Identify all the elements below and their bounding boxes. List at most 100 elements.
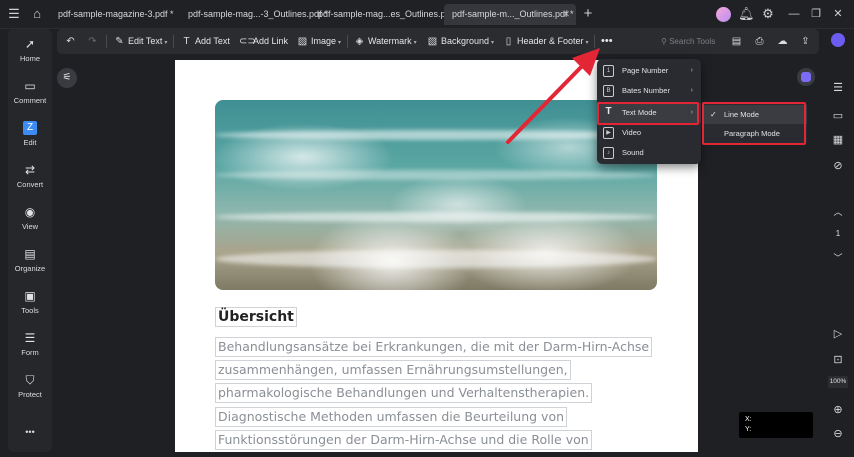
share-icon[interactable]: ⇪ bbox=[800, 29, 814, 54]
sidebar-item-label: View bbox=[21, 222, 39, 231]
edit-text-button[interactable]: ✎ Edit Text ▾ bbox=[114, 29, 167, 54]
zoom-out-icon[interactable]: ⊖ bbox=[830, 427, 846, 441]
sidebar-item-organize[interactable]: ▤ Organize bbox=[8, 243, 52, 283]
edit-icon: Z bbox=[23, 121, 37, 135]
text-line[interactable]: Funktionsstörungen der Darm-Hirn-Achse u… bbox=[215, 430, 592, 450]
add-text-button[interactable]: T Add Text bbox=[181, 29, 229, 54]
sidebar-item-form[interactable]: ☰ Form bbox=[8, 327, 52, 367]
text-line[interactable]: pharmakologische Behandlungen und Verhal… bbox=[215, 383, 593, 403]
filter-settings-icon[interactable]: ⚟ bbox=[57, 68, 77, 88]
sidebar-item-label: Home bbox=[19, 54, 40, 63]
title-bar: ☰ ⌂ pdf-sample-magazine-3.pdf * pdf-samp… bbox=[0, 0, 854, 29]
text-line[interactable]: Diagnostische Methoden umfassen die Beur… bbox=[215, 407, 568, 427]
sidebar-item-tools[interactable]: ▣ Tools bbox=[8, 285, 52, 325]
right-sidebar: ☰ ▭ ▦ ⊘ ︿ 1 ﹀ ▷ ⊡ 100% ⊕ ⊖ bbox=[826, 29, 850, 452]
save-icon[interactable]: ▤ bbox=[731, 29, 745, 54]
close-tab-icon[interactable]: ✕ bbox=[562, 4, 570, 25]
section-heading[interactable]: Übersicht bbox=[215, 307, 297, 327]
watermark-icon: ◈ bbox=[355, 36, 364, 47]
thumbnails-icon[interactable]: ▦ bbox=[830, 133, 846, 147]
chevron-right-icon: › bbox=[690, 67, 693, 74]
convert-icon: ⇄ bbox=[24, 163, 36, 177]
page-up-icon[interactable]: ︿ bbox=[830, 205, 846, 219]
sidebar-item-home[interactable]: ➚ Home bbox=[8, 33, 52, 73]
sidebar-item-edit[interactable]: Z Edit bbox=[8, 117, 52, 157]
page-down-icon[interactable]: ﹀ bbox=[830, 251, 846, 265]
y-coordinate-label: Y: bbox=[745, 426, 752, 433]
tab-3[interactable]: pdf-sample-mag...es_Outlines.pdf * bbox=[310, 4, 459, 25]
sidebar-item-protect[interactable]: ⛉ Protect bbox=[8, 369, 52, 409]
fit-page-icon[interactable]: ⊡ bbox=[830, 353, 846, 367]
text-icon: T bbox=[183, 36, 190, 47]
sidebar-more-button[interactable]: ••• bbox=[8, 427, 52, 441]
background-icon: ▧ bbox=[427, 36, 438, 47]
rocket-icon: ➚ bbox=[24, 37, 36, 51]
sidebar-item-comment[interactable]: ▭ Comment bbox=[8, 75, 52, 115]
cursor-coordinates: X: Y: bbox=[739, 412, 813, 438]
close-window-icon[interactable]: ✕ bbox=[830, 6, 846, 22]
bell-icon[interactable]: 🔔︎ bbox=[738, 6, 755, 22]
organize-icon: ▤ bbox=[24, 247, 36, 261]
select-cursor-icon[interactable]: ▷ bbox=[830, 327, 846, 341]
link-icon: ⊂⊃ bbox=[239, 36, 256, 47]
menu-item-bates-number[interactable]: B Bates Number › bbox=[597, 81, 701, 101]
tab-4-active[interactable]: pdf-sample-m..._Outlines.pdf * ✕ bbox=[444, 4, 576, 25]
eye-icon: ◉ bbox=[24, 205, 36, 219]
text-line[interactable]: zusammenhängen, umfassen Ernährungsumste… bbox=[215, 360, 571, 380]
add-link-label: Add Link bbox=[253, 36, 289, 46]
sidebar-item-convert[interactable]: ⇄ Convert bbox=[8, 159, 52, 199]
watermark-button[interactable]: ◈ Watermark ▾ bbox=[354, 29, 417, 54]
ai-chat-icon[interactable] bbox=[797, 68, 815, 86]
zoom-level[interactable]: 100% bbox=[828, 376, 848, 388]
menu-item-page-number[interactable]: 1 Page Number › bbox=[597, 61, 701, 81]
sidebar-item-view[interactable]: ◉ View bbox=[8, 201, 52, 241]
image-icon: ▨ bbox=[297, 36, 308, 47]
sidebar-item-label: Comment bbox=[13, 96, 47, 105]
print-icon[interactable]: ⎙ bbox=[754, 29, 768, 54]
sidebar-item-label: Convert bbox=[16, 180, 44, 189]
shield-icon: ⛉ bbox=[25, 373, 35, 387]
sidebar-item-label: Form bbox=[21, 348, 39, 357]
menu-item-label: Bates Number bbox=[622, 86, 670, 95]
zoom-in-icon[interactable]: ⊕ bbox=[830, 403, 846, 417]
search-tools-input[interactable]: ⚲ Search Tools bbox=[661, 29, 715, 54]
current-page-number[interactable]: 1 bbox=[830, 227, 846, 241]
menu-item-video[interactable]: ▶ Video bbox=[597, 123, 701, 143]
undo-icon[interactable]: ↶ bbox=[65, 29, 79, 54]
form-icon: ☰ bbox=[24, 331, 36, 345]
redo-icon[interactable]: ↷ bbox=[87, 29, 101, 54]
tab-2[interactable]: pdf-sample-mag...-3_Outlines.pdf * bbox=[180, 4, 328, 25]
menu-item-label: Page Number bbox=[622, 66, 669, 75]
annotation-arrow bbox=[506, 48, 600, 144]
menu-item-label: Video bbox=[622, 128, 642, 137]
avatar[interactable] bbox=[716, 7, 731, 22]
comments-panel-icon[interactable]: ▭ bbox=[830, 109, 846, 123]
ai-assistant-icon[interactable] bbox=[831, 33, 845, 47]
sidebar-item-label: Protect bbox=[18, 390, 42, 399]
gear-icon[interactable]: ⚙ bbox=[760, 6, 776, 22]
tab-1[interactable]: pdf-sample-magazine-3.pdf * bbox=[50, 4, 176, 25]
tab-label: pdf-sample-mag...es_Outlines.pdf * bbox=[318, 9, 460, 19]
upload-cloud-icon[interactable]: ☁ bbox=[777, 29, 791, 54]
chevron-right-icon: › bbox=[690, 87, 693, 94]
more-icon: ••• bbox=[25, 427, 35, 437]
attachment-icon[interactable]: ⊘ bbox=[830, 159, 846, 173]
left-sidebar: ➚ Home ▭ Comment Z Edit ⇄ Convert ◉ View… bbox=[8, 29, 52, 452]
image-button[interactable]: ▨ Image ▾ bbox=[297, 29, 341, 54]
properties-icon[interactable]: ☰ bbox=[830, 81, 846, 95]
divider bbox=[347, 35, 348, 48]
menu-item-sound[interactable]: ♪ Sound bbox=[597, 143, 701, 163]
toolbox-icon: ▣ bbox=[24, 289, 36, 303]
add-link-button[interactable]: ⊂⊃Add Link bbox=[239, 29, 288, 54]
hamburger-menu-icon[interactable]: ☰ bbox=[6, 6, 22, 22]
restore-icon[interactable]: ❐ bbox=[808, 6, 824, 22]
sidebar-item-label: Tools bbox=[21, 306, 39, 315]
minimize-icon[interactable]: — bbox=[786, 6, 802, 22]
new-tab-icon[interactable]: + bbox=[580, 6, 596, 22]
background-button[interactable]: ▧ Background ▾ bbox=[427, 29, 494, 54]
text-line[interactable]: Behandlungsansätze bei Erkrankungen, die… bbox=[215, 337, 653, 357]
tab-label: pdf-sample-magazine-3.pdf * bbox=[58, 9, 174, 19]
home-icon[interactable]: ⌂ bbox=[29, 6, 45, 22]
edit-text-label: Edit Text bbox=[128, 36, 163, 46]
tab-label: pdf-sample-m..._Outlines.pdf * bbox=[452, 9, 574, 19]
